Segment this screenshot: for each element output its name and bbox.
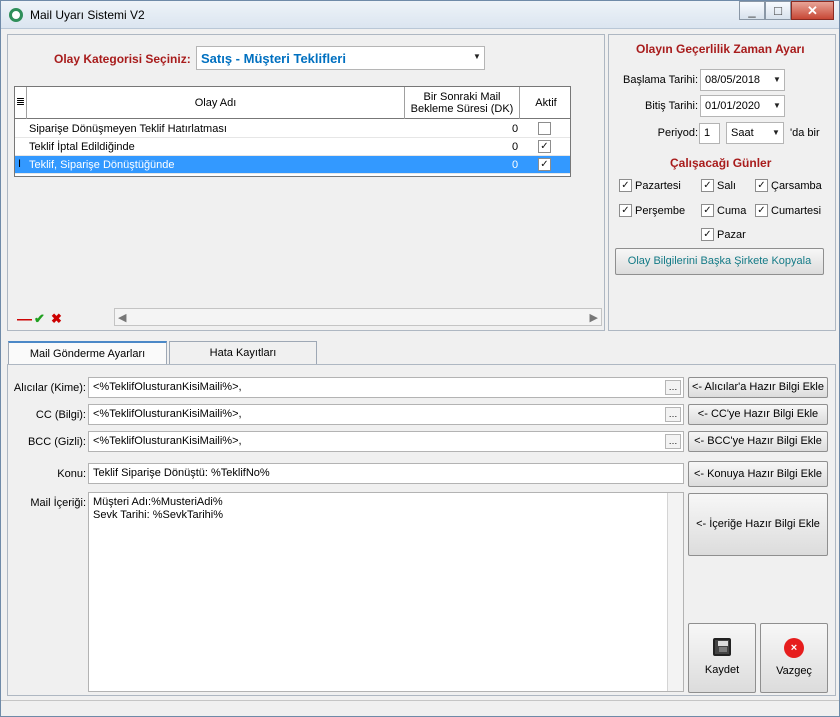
tab-mail-settings[interactable]: Mail Gönderme Ayarları (8, 341, 167, 365)
copy-company-button[interactable]: Olay Bilgilerini Başka Şirkete Kopyala (615, 248, 824, 275)
end-date-label: Bitiş Tarihi: (645, 100, 698, 112)
day-checkbox-monday[interactable]: ✓ Pazartesi (619, 179, 681, 192)
bcc-input[interactable]: <%TeklifOlusturanKisiMaili%>, … (88, 431, 684, 452)
cc-input[interactable]: <%TeklifOlusturanKisiMaili%>, … (88, 404, 684, 425)
subject-label: Konu: (57, 468, 86, 480)
day-checkbox-tuesday[interactable]: ✓ Salı (701, 179, 736, 192)
body-label: Mail İçeriği: (30, 497, 86, 509)
header-wait-time: Bir Sonraki Mail Bekleme Süresi (DK) (405, 87, 520, 119)
event-name-cell: Siparişe Dönüşmeyen Teklif Hatırlatması (29, 123, 227, 135)
cc-value: <%TeklifOlusturanKisiMaili%>, (93, 408, 242, 420)
table-row[interactable]: Teklif İptal Edildiğinde 0 ✓ (15, 138, 570, 156)
mail-settings-panel: Alıcılar (Kime): <%TeklifOlusturanKisiMa… (7, 364, 836, 696)
day-checkbox-thursday[interactable]: ✓ Perşembe (619, 204, 685, 217)
header-active: Aktif (535, 97, 557, 109)
recipients-label: Alıcılar (Kime): (13, 382, 86, 394)
wait-time-cell: 0 (512, 123, 519, 135)
active-checkbox[interactable]: ✓ (538, 158, 551, 171)
scroll-left-icon[interactable]: ◀ (118, 311, 126, 324)
more-options-icon[interactable]: … (665, 407, 681, 422)
save-button[interactable]: Kaydet (688, 623, 756, 693)
cancel-button-label: Vazgeç (776, 665, 812, 677)
period-label: Periyod: (657, 127, 698, 139)
wait-time-cell: 0 (512, 159, 519, 171)
category-value: Satış - Müşteri Teklifleri (201, 51, 346, 66)
period-input[interactable]: 1 (699, 123, 720, 144)
app-icon (9, 8, 23, 22)
end-date-value: 01/01/2020 (705, 100, 761, 112)
body-vertical-scrollbar[interactable] (667, 493, 683, 691)
day-checkbox-sunday[interactable]: ✓ Pazar (701, 228, 746, 241)
category-label: Olay Kategorisi Seçiniz: (54, 52, 191, 66)
table-header: ≣ Olay Adı Bir Sonraki Mail Bekleme Süre… (15, 87, 570, 119)
validity-title: Olayın Geçerlilik Zaman Ayarı (636, 42, 805, 56)
body-line-1: Müşteri Adı:%MusteriAdi% (93, 496, 223, 508)
add-bcc-info-button[interactable]: <- BCC'ye Hazır Bilgi Ekle (688, 431, 828, 452)
more-options-icon[interactable]: … (665, 380, 681, 395)
events-table[interactable]: ≣ Olay Adı Bir Sonraki Mail Bekleme Süre… (14, 86, 571, 177)
table-row[interactable]: I Teklif, Siparişe Dönüştüğünde 0 ✓ (15, 156, 570, 174)
floppy-disk-icon (713, 638, 731, 656)
body-textarea[interactable]: Müşteri Adı:%MusteriAdi% Sevk Tarihi: %S… (88, 492, 684, 692)
event-panel: Olay Kategorisi Seçiniz: Satış - Müşteri… (7, 34, 605, 331)
scroll-right-icon[interactable]: ▶ (590, 311, 598, 324)
save-button-label: Kaydet (704, 664, 740, 676)
title-bar[interactable]: Mail Uyarı Sistemi V2 _ □ ✕ (1, 1, 839, 29)
add-cc-info-button[interactable]: <- CC'ye Hazır Bilgi Ekle (688, 404, 828, 425)
event-name-cell: Teklif İptal Edildiğinde (29, 141, 135, 153)
period-unit-select[interactable]: Saat ▼ (726, 122, 784, 144)
wait-time-cell: 0 (512, 141, 519, 153)
period-suffix: 'da bir (790, 127, 820, 139)
start-date-value: 08/05/2018 (705, 74, 761, 86)
status-bar (1, 700, 839, 716)
days-title: Çalışacağı Günler (670, 156, 772, 170)
copy-company-button-label: Olay Bilgilerini Başka Şirkete Kopyala (627, 255, 812, 267)
day-checkbox-friday[interactable]: ✓ Cuma (701, 204, 746, 217)
chevron-down-icon: ▼ (473, 52, 481, 61)
chevron-down-icon: ▼ (772, 128, 780, 137)
period-unit-value: Saat (731, 127, 754, 139)
active-checkbox[interactable] (538, 122, 551, 135)
calendar-dropdown-icon[interactable]: ▼ (772, 75, 782, 85)
start-date-input[interactable]: 08/05/2018 ▼ (700, 69, 785, 91)
event-name-cell: Teklif, Siparişe Dönüştüğünde (29, 159, 175, 171)
bcc-value: <%TeklifOlusturanKisiMaili%>, (93, 435, 242, 447)
close-button[interactable]: ✕ (791, 1, 834, 20)
header-event-name: Olay Adı (27, 87, 405, 119)
minimize-button[interactable]: _ (739, 1, 765, 20)
cc-label: CC (Bilgi): (35, 409, 86, 421)
cancel-x-icon: × (784, 638, 804, 658)
recipients-value: <%TeklifOlusturanKisiMaili%>, (93, 381, 242, 393)
horizontal-scrollbar[interactable]: ◀ ▶ (114, 308, 602, 326)
start-date-label: Başlama Tarihi: (623, 74, 698, 86)
bcc-label: BCC (Gizli): (27, 436, 86, 448)
end-date-input[interactable]: 01/01/2020 ▼ (700, 95, 785, 117)
tab-error-log[interactable]: Hata Kayıtları (169, 341, 317, 365)
category-select[interactable]: Satış - Müşteri Teklifleri ▼ (196, 46, 485, 70)
grid-confirm-icon[interactable]: ✔ (34, 311, 45, 327)
maximize-button[interactable]: □ (765, 1, 791, 20)
more-options-icon[interactable]: … (665, 434, 681, 449)
body-line-2: Sevk Tarihi: %SevkTarihi% (93, 509, 224, 521)
cancel-button[interactable]: × Vazgeç (760, 623, 828, 693)
row-indicator-header: ≣ (15, 87, 27, 119)
subject-input[interactable]: Teklif Siparişe Dönüştü: %TeklifNo% (88, 463, 684, 484)
active-checkbox[interactable]: ✓ (538, 140, 551, 153)
day-checkbox-saturday[interactable]: ✓ Cumartesi (755, 204, 821, 217)
add-subject-info-button[interactable]: <- Konuya Hazır Bilgi Ekle (688, 461, 828, 487)
table-row[interactable]: Siparişe Dönüşmeyen Teklif Hatırlatması … (15, 120, 570, 138)
grid-delete-icon[interactable]: — (17, 311, 32, 328)
recipients-input[interactable]: <%TeklifOlusturanKisiMaili%>, … (88, 377, 684, 398)
day-checkbox-wednesday[interactable]: ✓ Çarsamba (755, 179, 822, 192)
add-recipients-info-button[interactable]: <- Alıcılar'a Hazır Bilgi Ekle (688, 377, 828, 398)
main-window: Mail Uyarı Sistemi V2 _ □ ✕ Olay Kategor… (0, 0, 840, 717)
calendar-dropdown-icon[interactable]: ▼ (772, 101, 782, 111)
validity-panel: Olayın Geçerlilik Zaman Ayarı Başlama Ta… (608, 34, 836, 331)
row-edit-cursor-icon: I (18, 158, 22, 170)
grid-cancel-icon[interactable]: ✖ (51, 311, 62, 327)
add-body-info-button[interactable]: <- İçeriğe Hazır Bilgi Ekle (688, 493, 828, 556)
window-title: Mail Uyarı Sistemi V2 (30, 8, 145, 22)
